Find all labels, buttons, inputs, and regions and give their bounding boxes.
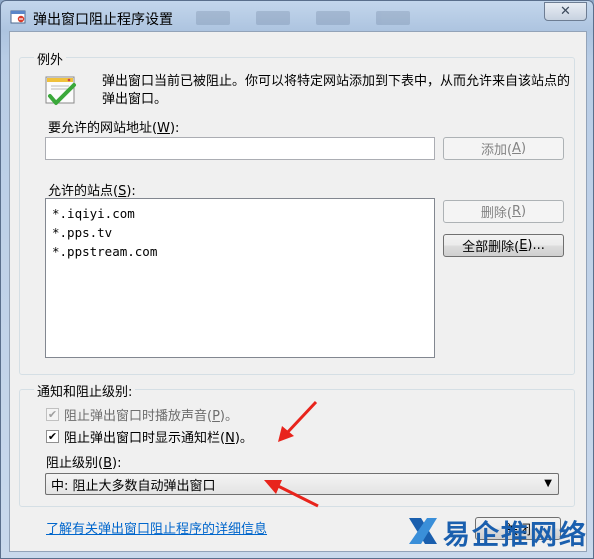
allowed-check-icon — [45, 76, 76, 105]
allowed-sites-list[interactable]: *.iqiyi.com *.pps.tv *.ppstream.com — [45, 198, 435, 358]
learn-more-link[interactable]: 了解有关弹出窗口阻止程序的详细信息 — [46, 518, 267, 537]
list-item[interactable]: *.iqiyi.com — [52, 204, 428, 223]
add-button[interactable]: 添加(A) — [443, 137, 564, 160]
window-title: 弹出窗口阻止程序设置 — [33, 12, 173, 28]
block-level-label: 阻止级别(B): — [46, 456, 122, 471]
remove-all-button[interactable]: 全部删除(E)... — [443, 234, 564, 257]
watermark-text: 易企推网络 — [443, 520, 588, 551]
remove-button[interactable]: 删除(R) — [443, 200, 564, 223]
show-notification-bar-checkbox[interactable]: ✔ — [46, 430, 59, 443]
exceptions-description: 弹出窗口当前已被阻止。你可以将特定网站添加到下表中，从而允许来自该站点的弹出窗口… — [102, 74, 571, 107]
window-close-button[interactable]: ✕ — [544, 2, 587, 21]
chevron-down-icon: ▼ — [544, 478, 552, 489]
notifications-group-label: 通知和阻止级别: — [34, 381, 136, 400]
list-item[interactable]: *.pps.tv — [52, 223, 428, 242]
exceptions-group-label: 例外 — [34, 49, 67, 68]
annotation-arrow-icon — [264, 480, 319, 508]
show-notification-bar-option[interactable]: ✔ 阻止弹出窗口时显示通知栏(N)。 — [46, 427, 253, 446]
dialog-window: 弹出窗口阻止程序设置 ✕ 例外 弹出窗口当前已被阻止。你可以将特定网站添加到下表… — [0, 0, 594, 559]
play-sound-label: 阻止弹出窗口时播放声音(P)。 — [64, 409, 238, 424]
watermark: 易企推网络 — [407, 510, 589, 551]
list-item[interactable]: *.ppstream.com — [52, 242, 428, 261]
dialog-body: 例外 弹出窗口当前已被阻止。你可以将特定网站添加到下表中，从而允许来自该站点的弹… — [9, 31, 587, 552]
block-level-value: 中: 阻止大多数自动弹出窗口 — [51, 478, 216, 494]
watermark-logo-icon — [409, 518, 437, 544]
close-icon: ✕ — [560, 4, 571, 19]
website-address-input[interactable] — [45, 137, 435, 160]
play-sound-checkbox[interactable]: ✔ — [46, 408, 59, 421]
title-bar[interactable]: 弹出窗口阻止程序设置 ✕ — [1, 1, 593, 31]
allowed-sites-label: 允许的站点(S): — [48, 184, 136, 199]
play-sound-option[interactable]: ✔ 阻止弹出窗口时播放声音(P)。 — [46, 405, 238, 424]
address-label: 要允许的网站地址(W): — [48, 121, 180, 136]
show-notification-bar-label: 阻止弹出窗口时显示通知栏(N)。 — [64, 431, 253, 446]
background-tabs — [196, 11, 410, 25]
popup-blocker-icon — [10, 10, 26, 24]
annotation-arrow-icon — [278, 400, 318, 442]
